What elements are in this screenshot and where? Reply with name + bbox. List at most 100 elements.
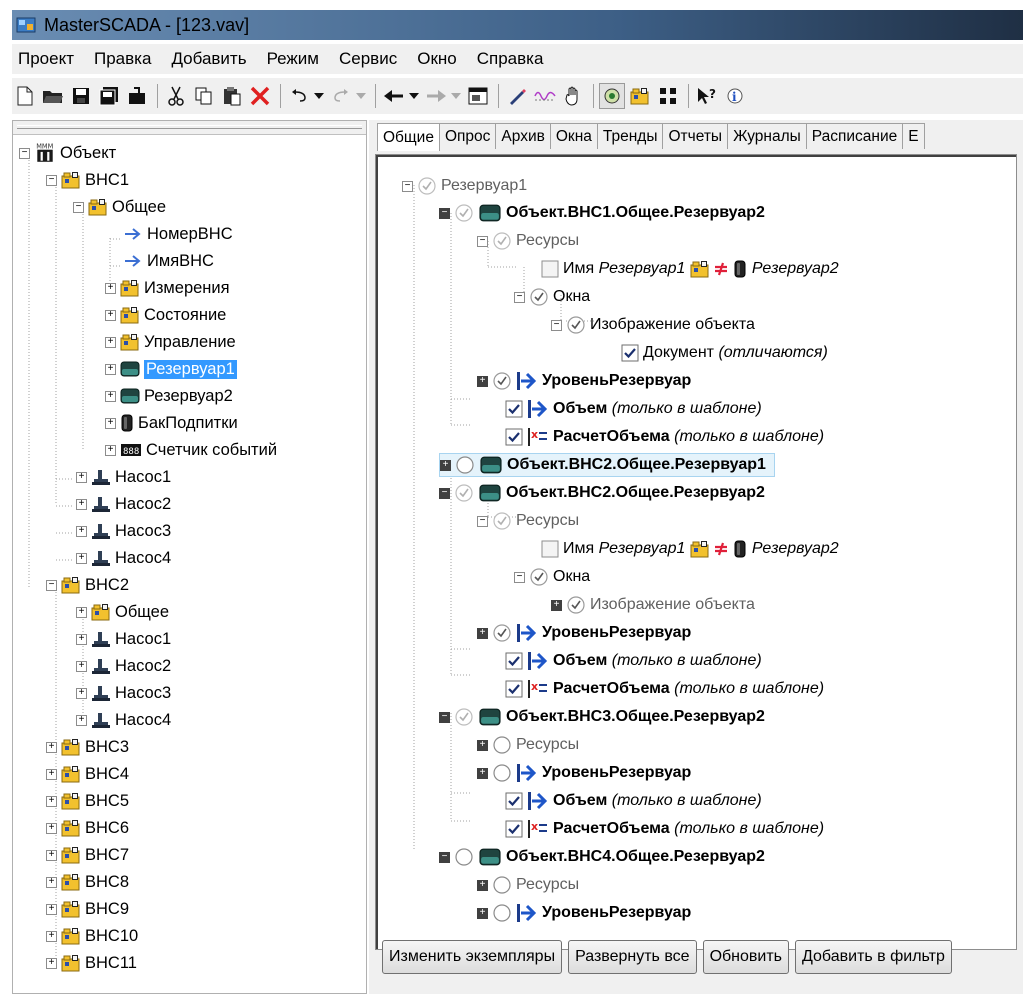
tab-journals[interactable]: Журналы: [728, 123, 807, 149]
expand-toggle[interactable]: +: [76, 552, 87, 564]
resources-node[interactable]: − Ресурсы: [477, 509, 579, 533]
delete-icon[interactable]: [247, 83, 273, 109]
tree-node-vns9[interactable]: + ВНС9: [46, 897, 129, 921]
expand-toggle[interactable]: +: [46, 822, 57, 834]
expand-toggle[interactable]: +: [76, 471, 87, 483]
tree-node-nomer[interactable]: НомерВНС: [123, 222, 233, 246]
collapse-toggle[interactable]: −: [439, 487, 450, 499]
level-node[interactable]: + УровеньРезервуар: [477, 369, 691, 393]
expand-toggle[interactable]: +: [105, 417, 116, 429]
object-image-node[interactable]: − Изображение объекта: [551, 313, 755, 337]
expand-toggle[interactable]: +: [477, 907, 488, 919]
grid-icon[interactable]: [655, 83, 681, 109]
menu-project[interactable]: Проект: [12, 49, 84, 69]
expand-toggle[interactable]: +: [76, 660, 87, 672]
expand-toggle[interactable]: +: [46, 930, 57, 942]
collapse-toggle[interactable]: −: [514, 571, 525, 583]
tree-node-schetchik[interactable]: + Счетчик событий: [105, 438, 277, 462]
level-node[interactable]: + УровеньРезервуар: [477, 901, 691, 925]
expand-toggle[interactable]: +: [105, 390, 116, 402]
tree-node-izmereniya[interactable]: + Измерения: [105, 276, 230, 300]
tab-more[interactable]: Е: [903, 123, 925, 149]
tree-node-obshchee[interactable]: − Общее: [73, 195, 166, 219]
checkbox-checked-icon[interactable]: [621, 344, 639, 362]
collapse-toggle[interactable]: −: [439, 851, 450, 863]
expand-toggle[interactable]: +: [76, 687, 87, 699]
tree-node-nasos4[interactable]: + Насос4: [76, 546, 171, 570]
checkbox-unchecked-icon[interactable]: [541, 260, 559, 278]
panel-splitter[interactable]: [13, 121, 366, 135]
tab-general[interactable]: Общие: [377, 123, 440, 151]
window-icon[interactable]: [465, 83, 491, 109]
info-icon[interactable]: i: [722, 83, 748, 109]
tree-node-nasos1[interactable]: + Насос1: [76, 465, 171, 489]
tree-node-vns10[interactable]: + ВНС10: [46, 924, 138, 948]
name-resource-node[interactable]: Имя Резервуар1 Резервуар2: [541, 257, 839, 281]
menu-window[interactable]: Окно: [407, 49, 467, 69]
collapse-toggle[interactable]: −: [402, 180, 413, 192]
collapse-toggle[interactable]: −: [551, 319, 562, 331]
checkbox-checked-icon[interactable]: [505, 820, 523, 838]
tree-node-vns11[interactable]: + ВНС11: [46, 951, 137, 975]
checkbox-checked-icon[interactable]: [505, 652, 523, 670]
expand-toggle[interactable]: +: [46, 849, 57, 861]
volume-node[interactable]: Объем (только в шаблоне): [505, 397, 762, 421]
expand-toggle[interactable]: +: [105, 282, 116, 294]
menu-add[interactable]: Добавить: [161, 49, 256, 69]
expand-toggle[interactable]: +: [477, 627, 488, 639]
tree-node-vns2-nasos1[interactable]: + Насос1: [76, 627, 171, 651]
tab-windows[interactable]: Окна: [550, 123, 598, 149]
instance-vns2-rez2[interactable]: − Объект.ВНС2.Общее.Резервуар2: [439, 481, 765, 505]
tree-node-vns1[interactable]: − ВНС1: [46, 168, 129, 192]
wave-icon[interactable]: [532, 83, 558, 109]
paste-icon[interactable]: [219, 83, 245, 109]
back-dropdown-icon[interactable]: [409, 83, 419, 109]
forward-icon[interactable]: [423, 83, 449, 109]
name-resource-node[interactable]: Имя Резервуар1 Резервуар2: [541, 537, 839, 561]
expand-toggle[interactable]: +: [105, 444, 116, 456]
tree-node-vns2-nasos3[interactable]: + Насос3: [76, 681, 171, 705]
cut-icon[interactable]: [163, 83, 189, 109]
undo-icon[interactable]: [286, 83, 312, 109]
tree-node-vns2-nasos2[interactable]: + Насос2: [76, 654, 171, 678]
tree-node-bak[interactable]: + БакПодпитки: [105, 411, 238, 435]
tree-node-vns8[interactable]: + ВНС8: [46, 870, 129, 894]
expand-toggle[interactable]: +: [477, 375, 488, 387]
expand-toggle[interactable]: +: [551, 599, 562, 611]
expand-toggle[interactable]: +: [46, 903, 57, 915]
object-folder-icon[interactable]: [627, 83, 653, 109]
expand-toggle[interactable]: +: [440, 459, 451, 471]
export-icon[interactable]: [124, 83, 150, 109]
copy-icon[interactable]: [191, 83, 217, 109]
collapse-toggle[interactable]: −: [514, 291, 525, 303]
network-icon[interactable]: [599, 83, 625, 109]
menu-service[interactable]: Сервис: [329, 49, 407, 69]
tree-node-imya[interactable]: ИмяВНС: [123, 249, 214, 273]
collapse-toggle[interactable]: −: [46, 579, 57, 591]
redo-icon[interactable]: [328, 83, 354, 109]
collapse-toggle[interactable]: −: [46, 174, 57, 186]
instance-vns1-rez2[interactable]: − Объект.ВНС1.Общее.Резервуар2: [439, 201, 765, 225]
menu-help[interactable]: Справка: [467, 49, 554, 69]
new-file-icon[interactable]: [12, 83, 38, 109]
calc-volume-node[interactable]: РасчетОбъема (только в шаблоне): [505, 817, 824, 841]
instance-vns4-rez2[interactable]: − Объект.ВНС4.Общее.Резервуар2: [439, 845, 765, 869]
tab-reports[interactable]: Отчеты: [663, 123, 729, 149]
tree-node-vns4[interactable]: + ВНС4: [46, 762, 129, 786]
redo-dropdown-icon[interactable]: [356, 83, 366, 109]
compare-root[interactable]: − Резервуар1: [402, 174, 527, 198]
level-node[interactable]: + УровеньРезервуар: [477, 621, 691, 645]
tree-node-vns6[interactable]: + ВНС6: [46, 816, 129, 840]
resources-node[interactable]: + Ресурсы: [477, 873, 579, 897]
collapse-toggle[interactable]: −: [439, 711, 450, 723]
expand-toggle[interactable]: +: [477, 739, 488, 751]
tree-node-vns2[interactable]: − ВНС2: [46, 573, 129, 597]
expand-toggle[interactable]: +: [76, 525, 87, 537]
tab-polling[interactable]: Опрос: [439, 123, 497, 149]
tree-node-nasos3[interactable]: + Насос3: [76, 519, 171, 543]
calc-volume-node[interactable]: РасчетОбъема (только в шаблоне): [505, 677, 824, 701]
save-all-icon[interactable]: [96, 83, 122, 109]
tree-node-sostoyanie[interactable]: + Состояние: [105, 303, 226, 327]
tree-node-vns2-nasos4[interactable]: + Насос4: [76, 708, 171, 732]
tab-schedule[interactable]: Расписание: [806, 123, 904, 149]
